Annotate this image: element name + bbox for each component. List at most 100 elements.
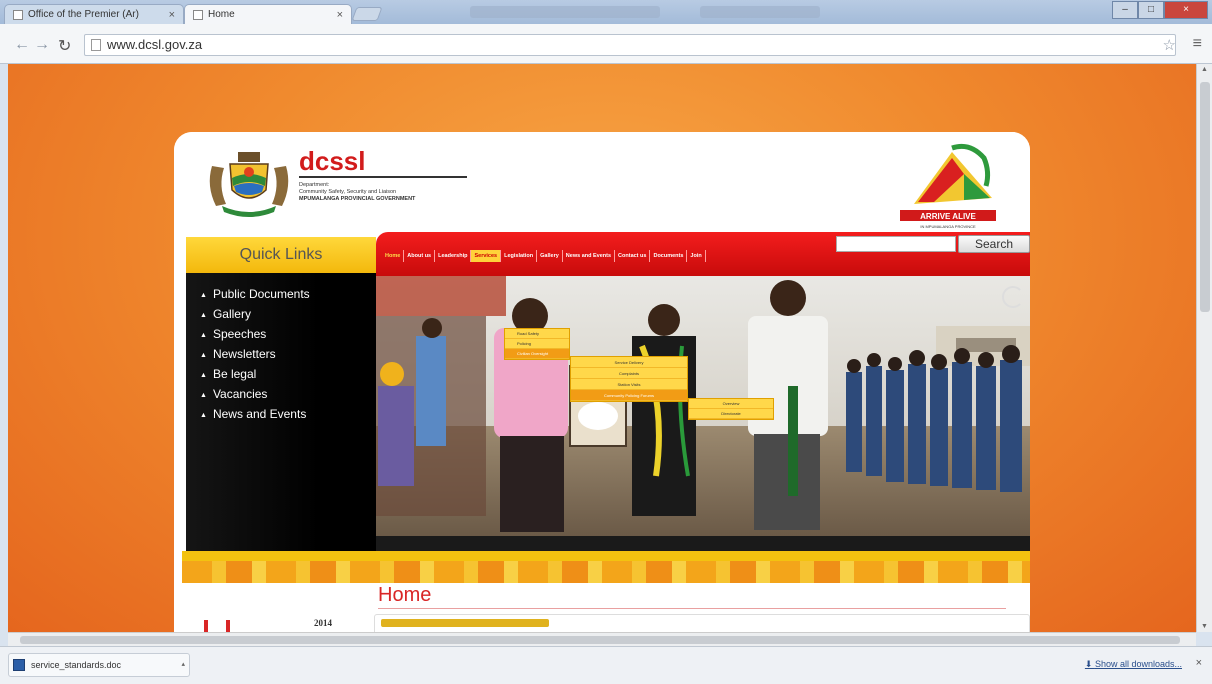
downloads-bar: service_standards.doc ▴ ⬇ Show all downl…	[0, 646, 1212, 684]
close-tab-icon[interactable]: ×	[337, 9, 343, 21]
quick-links-panel: ▲ Public Documents ▲ Gallery ▲ Speeches ▲ Ne…	[186, 273, 376, 551]
services-dropdown: Road Safety Policing Civilian Oversight	[504, 328, 570, 360]
logo-line: Community Safety, Security and Liaison	[299, 189, 397, 195]
bullet-icon: ▲	[200, 312, 207, 319]
scroll-up-icon[interactable]: ▲	[1201, 66, 1208, 73]
nav-about-us[interactable]: About us	[404, 250, 436, 262]
search-input[interactable]	[836, 236, 956, 252]
quick-link-label: Speeches	[212, 327, 267, 341]
tab-office-premier[interactable]: Office of the Premier (Ar) ×	[4, 4, 184, 24]
page-icon	[91, 39, 101, 51]
quick-link-label: Public Documents	[212, 287, 310, 301]
site-header: dcssl Department: Community Safety, Secu…	[174, 132, 1030, 237]
nav-news-events[interactable]: News and Events	[563, 250, 616, 262]
quick-link-label: Gallery	[212, 307, 251, 321]
menu-icon[interactable]: ≡	[1193, 35, 1202, 53]
favicon-icon	[13, 9, 23, 20]
scroll-down-icon[interactable]: ▼	[1201, 623, 1208, 630]
bullet-icon: ▲	[200, 412, 207, 419]
logo-title: dcssl	[299, 146, 366, 176]
page-viewport: dcssl Department: Community Safety, Secu…	[8, 64, 1196, 632]
nav-gallery[interactable]: Gallery	[537, 250, 563, 262]
word-document-icon	[13, 659, 25, 671]
submenu-item[interactable]: Station Visits	[571, 379, 687, 390]
scrollbar-thumb[interactable]	[20, 636, 1180, 644]
page-title: Home	[378, 584, 432, 606]
show-all-label: Show all downloads...	[1094, 659, 1182, 669]
nav-legislation[interactable]: Legislation	[501, 250, 538, 262]
tab-placeholder	[700, 6, 820, 18]
tab-title: Home	[208, 9, 235, 20]
bullet-icon: ▲	[200, 332, 207, 339]
nav-documents[interactable]: Documents	[650, 250, 688, 262]
maximize-icon[interactable]: □	[1138, 1, 1164, 19]
campaign-sub-text: IN MPUMALANGA PROVINCE	[920, 224, 976, 229]
submenu-item[interactable]: Complaints	[571, 368, 687, 379]
quick-link-newsletters[interactable]: ▲ Newsletters	[200, 345, 376, 365]
close-window-icon[interactable]: ×	[1164, 1, 1208, 19]
loading-spinner-icon	[1002, 286, 1024, 308]
show-all-downloads-link[interactable]: ⬇ Show all downloads...	[1085, 659, 1182, 670]
nav-services[interactable]: Services	[471, 250, 502, 262]
search-button[interactable]: Search	[958, 235, 1030, 253]
submenu-dropdown: Service Delivery Complaints Station Visi…	[570, 356, 688, 402]
quick-link-label: Vacancies	[212, 387, 268, 401]
submenu-item[interactable]: Community Policing Forums	[571, 390, 687, 401]
minimize-icon[interactable]: –	[1112, 1, 1138, 19]
dropdown-item[interactable]: Road Safety	[505, 329, 569, 339]
logo-line: MPUMALANGA PROVINCIAL GOVERNMENT	[299, 196, 499, 203]
tab-home[interactable]: Home ×	[184, 4, 352, 24]
address-bar[interactable]: www.dcsl.gov.za	[84, 34, 1176, 56]
quick-links-heading: Quick Links	[186, 237, 376, 273]
new-tab-button[interactable]	[351, 7, 383, 21]
year-label: 2014	[314, 618, 333, 628]
submenu-item[interactable]: Directorate	[689, 409, 773, 419]
submenu-item[interactable]: Overview	[689, 399, 773, 409]
download-item[interactable]: service_standards.doc ▴	[8, 653, 190, 677]
slideshow-footer	[376, 536, 1030, 551]
browser-toolbar: ← → ↻ www.dcsl.gov.za ☆ ≡	[0, 24, 1212, 64]
coat-of-arms-icon	[209, 152, 289, 217]
tab-placeholder	[470, 6, 660, 18]
close-tab-icon[interactable]: ×	[169, 9, 175, 21]
quick-link-speeches[interactable]: ▲ Speeches	[200, 325, 376, 345]
dropdown-item[interactable]: Policing	[505, 339, 569, 349]
timeline-graphic: 2014	[204, 618, 333, 632]
submenu-item[interactable]: Service Delivery	[571, 357, 687, 368]
nav-home[interactable]: Home	[382, 250, 405, 262]
quick-link-public-documents[interactable]: ▲ Public Documents	[200, 285, 376, 305]
home-content-box	[374, 614, 1030, 632]
horizontal-scrollbar[interactable]	[8, 632, 1196, 646]
bullet-icon: ▲	[200, 352, 207, 359]
quick-link-label: Be legal	[212, 367, 257, 381]
reload-icon[interactable]: ↻	[58, 36, 71, 56]
tab-strip: Office of the Premier (Ar) × Home × – □ …	[0, 0, 1212, 24]
quick-link-vacancies[interactable]: ▲ Vacancies	[200, 385, 376, 405]
back-arrow-icon[interactable]: ←	[14, 36, 30, 54]
download-filename: service_standards.doc	[31, 660, 122, 670]
scrollbar-thumb[interactable]	[1200, 82, 1210, 312]
logo-subtitle: Department: Community Safety, Security a…	[299, 182, 499, 203]
close-downloads-icon[interactable]: ×	[1196, 657, 1202, 669]
vertical-scrollbar[interactable]: ▲ ▼	[1196, 64, 1212, 632]
campaign-banner-text: ARRIVE ALIVE	[920, 212, 976, 221]
nav-contact-us[interactable]: Contact us	[615, 250, 651, 262]
bullet-icon: ▲	[200, 372, 207, 379]
third-level-dropdown: Overview Directorate	[688, 398, 774, 420]
quick-link-be-legal[interactable]: ▲ Be legal	[200, 365, 376, 385]
chevron-down-icon[interactable]: ▴	[181, 654, 185, 676]
window-controls: – □ ×	[1112, 1, 1208, 19]
forward-arrow-icon[interactable]: →	[34, 36, 50, 54]
quick-link-label: News and Events	[212, 407, 307, 421]
nav-join[interactable]: Join	[687, 250, 706, 262]
logo-province: MPUMALANGA PROVINCIAL GOVERNMENT	[299, 196, 416, 202]
content-tab[interactable]	[381, 619, 549, 627]
dropdown-item[interactable]: Civilian Oversight	[505, 349, 569, 359]
quick-link-gallery[interactable]: ▲ Gallery	[200, 305, 376, 325]
quick-link-news-events[interactable]: ▲ News and Events	[200, 405, 376, 425]
bookmark-star-icon[interactable]: ☆	[1163, 36, 1176, 54]
yellow-divider	[182, 551, 1030, 561]
url-text: www.dcsl.gov.za	[107, 37, 203, 52]
nav-leadership[interactable]: Leadership	[435, 250, 472, 262]
decorative-pattern-band	[182, 561, 1030, 583]
